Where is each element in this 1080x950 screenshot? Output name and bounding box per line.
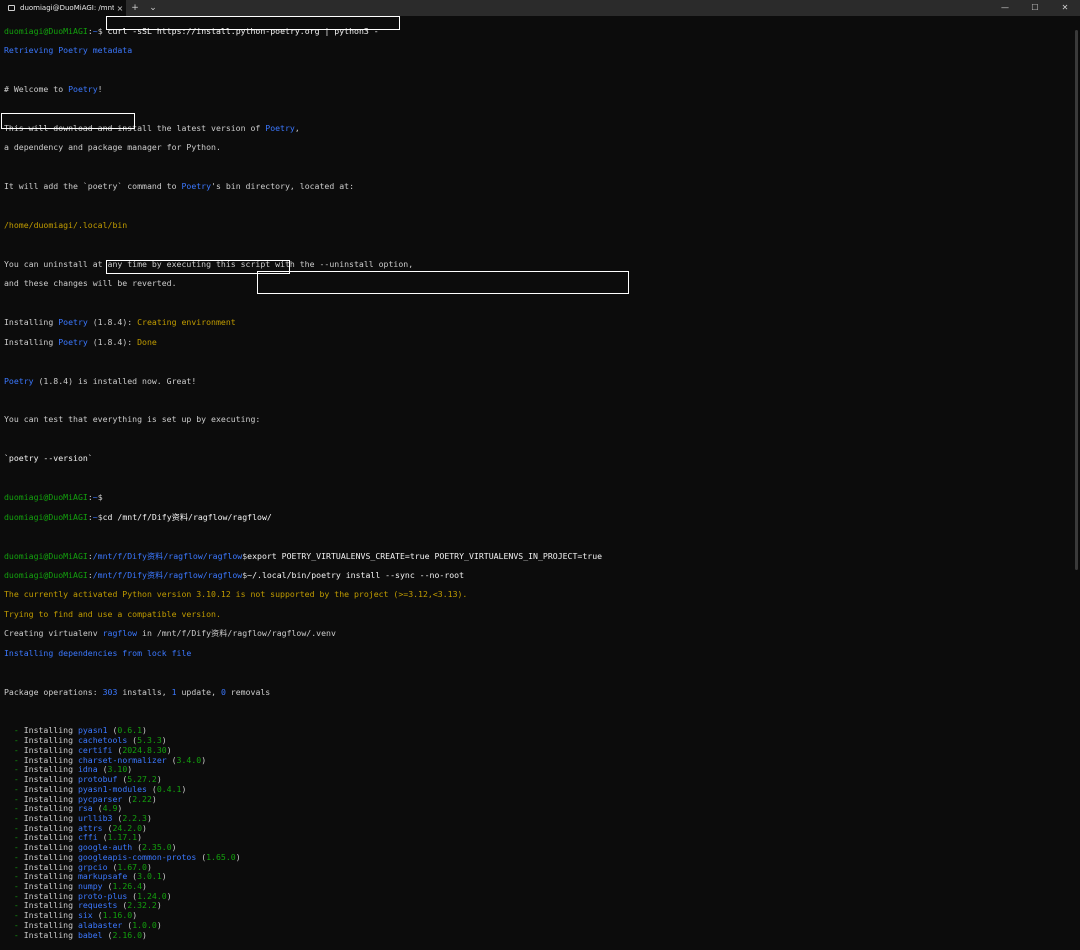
package-version: 2.32.2 [127, 900, 157, 910]
package-version: 5.3.3 [137, 735, 162, 745]
line-add-command: It will add the `poetry` command to Poet… [4, 182, 1072, 192]
terminal-icon [8, 5, 15, 11]
package-name: protobuf [78, 774, 117, 784]
line-cd: duomiagi@DuoMiAGI:~$cd /mnt/f/Dify资料/rag… [4, 513, 1072, 523]
package-version: 0.4.1 [157, 784, 182, 794]
package-version: 1.65.0 [206, 852, 236, 862]
scrollbar-thumb[interactable] [1075, 30, 1078, 570]
line-dep-manager: a dependency and package manager for Pyt… [4, 143, 1072, 153]
tab-title: duomiagi@DuoMiAGI: /mnt/f/ [20, 4, 114, 12]
export-command: export POETRY_VIRTUALENVS_CREATE=true PO… [247, 551, 602, 561]
line-welcome: # Welcome to Poetry! [4, 85, 1072, 95]
package-line: - Installing idna (3.10) [4, 765, 1072, 775]
maximize-button[interactable]: ☐ [1020, 0, 1050, 16]
line-empty-prompt: duomiagi@DuoMiAGI:~$ [4, 493, 1072, 503]
package-name: attrs [78, 823, 103, 833]
package-list: - Installing pyasn1 (0.6.1) - Installing… [4, 726, 1072, 940]
package-name: cachetools [78, 735, 127, 745]
line-trying: Trying to find and use a compatible vers… [4, 610, 1072, 620]
package-name: pyasn1-modules [78, 784, 147, 794]
new-tab-button[interactable]: + [126, 3, 144, 13]
package-line: - Installing markupsafe (3.0.1) [4, 872, 1072, 882]
package-name: numpy [78, 881, 103, 891]
package-version: 2.2.3 [122, 813, 147, 823]
package-name: pycparser [78, 794, 122, 804]
line-export: duomiagi@DuoMiAGI:/mnt/f/Dify资料/ragflow/… [4, 552, 1072, 562]
cd-command: cd /mnt/f/Dify资料/ragflow/ragflow/ [103, 512, 272, 522]
package-version: 4.9 [103, 803, 118, 813]
line-installed-now: Poetry (1.8.4) is installed now. Great! [4, 377, 1072, 387]
package-version: 1.67.0 [117, 862, 147, 872]
title-bar: duomiagi@DuoMiAGI: /mnt/f/ × + ⌄ — ☐ ✕ [0, 0, 1080, 16]
package-line: - Installing proto-plus (1.24.0) [4, 892, 1072, 902]
window-controls: — ☐ ✕ [990, 0, 1080, 16]
package-version: 1.16.0 [103, 910, 133, 920]
package-name: pyasn1 [78, 725, 108, 735]
package-version: 5.27.2 [127, 774, 157, 784]
package-line: - Installing googleapis-common-protos (1… [4, 853, 1072, 863]
package-name: idna [78, 764, 98, 774]
package-version: 2024.8.30 [122, 745, 166, 755]
line-installing-deps: Installing dependencies from lock file [4, 649, 1072, 659]
close-window-button[interactable]: ✕ [1050, 0, 1080, 16]
terminal-tab[interactable]: duomiagi@DuoMiAGI: /mnt/f/ × [0, 0, 126, 16]
line-version-cmd: `poetry --version` [4, 454, 1072, 464]
terminal-output[interactable]: duomiagi@DuoMiAGI:~$ curl -sSL https://i… [4, 17, 1072, 582]
package-line: - Installing rsa (4.9) [4, 804, 1072, 814]
package-version: 1.0.0 [132, 920, 157, 930]
package-version: 0.6.1 [117, 725, 142, 735]
line-bin-path: /home/duomiagi/.local/bin [4, 221, 1072, 231]
highlight-bin-path [1, 113, 135, 129]
package-name: six [78, 910, 93, 920]
package-version: 24.2.0 [112, 823, 142, 833]
package-version: 2.35.0 [142, 842, 172, 852]
package-version: 2.16.0 [112, 930, 142, 940]
package-version: 1.26.4 [112, 881, 142, 891]
package-name: babel [78, 930, 103, 940]
package-name: grpcio [78, 862, 108, 872]
package-line: - Installing urllib3 (2.2.3) [4, 814, 1072, 824]
line-poetry-install: duomiagi@DuoMiAGI:/mnt/f/Dify资料/ragflow/… [4, 571, 1072, 581]
package-name: markupsafe [78, 871, 127, 881]
package-line: - Installing attrs (24.2.0) [4, 824, 1072, 834]
poetry-install-command: ~/.local/bin/poetry install --sync --no-… [247, 570, 464, 580]
package-name: requests [78, 900, 117, 910]
package-line: - Installing pycparser (2.22) [4, 795, 1072, 805]
line-creating-venv: Creating virtualenv ragflow in /mnt/f/Di… [4, 629, 1072, 639]
line-installing-creating: Installing Poetry (1.8.4): Creating envi… [4, 318, 1072, 328]
package-version: 1.17.1 [108, 832, 138, 842]
package-name: alabaster [78, 920, 122, 930]
package-version: 3.10 [108, 764, 128, 774]
line-this-will: This will download and install the lates… [4, 124, 1072, 134]
highlight-poetry-commands [257, 271, 629, 294]
package-line: - Installing babel (2.16.0) [4, 931, 1072, 941]
package-name: proto-plus [78, 891, 127, 901]
package-name: certifi [78, 745, 113, 755]
highlight-curl-command [106, 16, 400, 30]
package-version: 1.24.0 [137, 891, 167, 901]
package-name: google-auth [78, 842, 132, 852]
line-not-supported: The currently activated Python version 3… [4, 590, 1072, 600]
package-name: charset-normalizer [78, 755, 167, 765]
line-installing-done: Installing Poetry (1.8.4): Done [4, 338, 1072, 348]
package-line: - Installing charset-normalizer (3.4.0) [4, 756, 1072, 766]
package-name: urllib3 [78, 813, 113, 823]
tab-dropdown-button[interactable]: ⌄ [144, 3, 162, 13]
package-version: 2.22 [132, 794, 152, 804]
package-version: 3.4.0 [177, 755, 202, 765]
package-name: googleapis-common-protos [78, 852, 196, 862]
line-test: You can test that everything is set up b… [4, 415, 1072, 425]
package-name: cffi [78, 832, 98, 842]
package-line: - Installing alabaster (1.0.0) [4, 921, 1072, 931]
line-package-ops: Package operations: 303 installs, 1 upda… [4, 688, 1072, 698]
line-retrieving: Retrieving Poetry metadata [4, 46, 1072, 56]
package-name: rsa [78, 803, 93, 813]
tab-close-button[interactable]: × [114, 4, 126, 13]
package-line: - Installing six (1.16.0) [4, 911, 1072, 921]
package-line: - Installing pyasn1-modules (0.4.1) [4, 785, 1072, 795]
minimize-button[interactable]: — [990, 0, 1020, 16]
package-line: - Installing requests (2.32.2) [4, 901, 1072, 911]
package-version: 3.0.1 [137, 871, 162, 881]
